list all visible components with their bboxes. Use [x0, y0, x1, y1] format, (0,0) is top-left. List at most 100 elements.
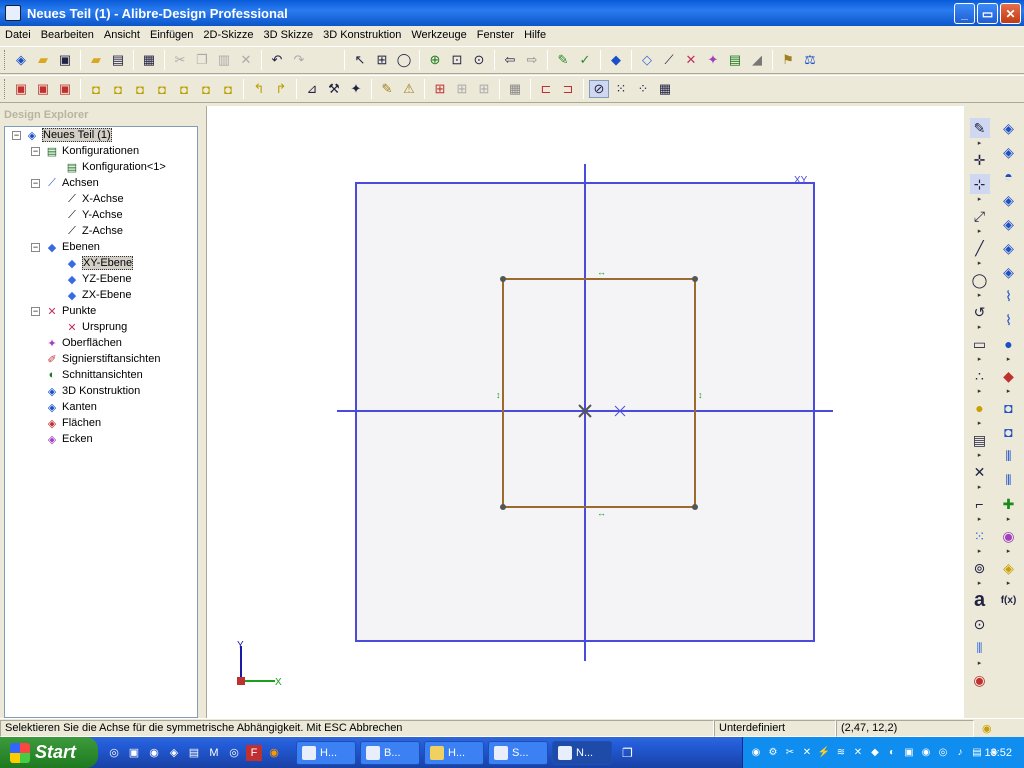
tray-icon[interactable]: ✕ [800, 746, 814, 760]
sketch-mode-icon[interactable]: ✎ [553, 51, 573, 69]
cut-icon[interactable]: ✂ [170, 51, 190, 69]
arc-icon[interactable]: ↺ [970, 302, 990, 322]
offset-icon[interactable]: ⊞ [474, 80, 494, 98]
line-icon[interactable]: ╱ [970, 238, 990, 258]
surface-icon[interactable]: ✦ [703, 51, 723, 69]
lasso-icon[interactable]: ◯ [394, 51, 414, 69]
add-part-icon[interactable]: ✚ [999, 494, 1019, 514]
tray-icon[interactable]: ⚙ [766, 746, 780, 760]
ql-ie-icon[interactable]: ◎ [106, 745, 122, 761]
fillet3d-icon[interactable]: ◈ [999, 262, 1019, 282]
tree-node-root[interactable]: ◈ Neues Teil (1) [25, 127, 112, 143]
menu-datei[interactable]: Datei [0, 29, 36, 41]
menu-einfuegen[interactable]: Einfügen [145, 29, 198, 41]
analyze-icon[interactable]: ✦ [346, 80, 366, 98]
taskbar-item[interactable]: S... [488, 740, 548, 765]
color-icon[interactable]: ◉ [970, 670, 990, 690]
ql-media-icon[interactable]: ◈ [166, 745, 182, 761]
menu-fenster[interactable]: Fenster [472, 29, 519, 41]
extrude-icon[interactable]: ◈ [999, 118, 1019, 138]
text-icon[interactable]: a [970, 589, 990, 611]
collapse-icon[interactable]: − [31, 307, 40, 316]
tray-icon[interactable]: ✂ [783, 746, 797, 760]
fillet-icon[interactable]: ⌐ [970, 494, 990, 514]
revolve-icon[interactable]: ◓ [999, 166, 1019, 186]
collapse-icon[interactable]: − [31, 179, 40, 188]
tree-node-kanten[interactable]: ◈ Kanten [45, 399, 97, 415]
pattern-icon[interactable]: ⁙ [970, 526, 990, 546]
save-icon[interactable]: ▣ [55, 51, 75, 69]
horizontal-constraint-icon[interactable]: ↔ [597, 508, 606, 518]
spring-icon[interactable]: ⌇ [999, 310, 1019, 330]
tray-icon[interactable]: ⚡ [817, 746, 831, 760]
open-icon[interactable]: ▰ [33, 51, 53, 69]
rotate-left-icon[interactable]: ↰ [249, 80, 269, 98]
drawing-canvas[interactable]: XY ↔ ↔ ↕ ↕ Y X [206, 106, 964, 718]
taskbar-item[interactable]: B... [360, 740, 420, 765]
tray-icon[interactable]: ◎ [936, 746, 950, 760]
tree-node-ebenen[interactable]: ◆ Ebenen [45, 239, 100, 255]
mirror-icon[interactable]: ⫴ [970, 638, 990, 658]
pattern-icon[interactable]: ⊞ [430, 80, 450, 98]
tray-icon[interactable]: ◉ [749, 746, 763, 760]
view-left-icon[interactable]: ◘ [130, 80, 150, 98]
clock[interactable]: 18:52 [984, 746, 1012, 760]
grid-snap-icon[interactable]: ⊘ [589, 80, 609, 98]
rotate-right-icon[interactable]: ↱ [271, 80, 291, 98]
tray-icon[interactable]: ◆ [868, 746, 882, 760]
helix-icon[interactable]: ⌇ [999, 286, 1019, 306]
tree-node-zx-ebene[interactable]: ◆ ZX-Ebene [65, 287, 132, 303]
publish-icon[interactable]: ▣ [55, 80, 75, 98]
ql-mail-icon[interactable]: M [206, 745, 222, 761]
menu-2d-skizze[interactable]: 2D-Skizze [198, 29, 258, 41]
rect-corner-point[interactable] [692, 276, 698, 282]
grid-dots-icon[interactable]: ⁙ [611, 80, 631, 98]
tray-icon[interactable]: ♪ [953, 746, 967, 760]
start-button[interactable]: Start [0, 737, 98, 768]
horizontal-constraint-icon[interactable]: ↔ [597, 267, 606, 277]
tree-node-3d-konstruktion[interactable]: ◈ 3D Konstruktion [45, 383, 141, 399]
shell-icon[interactable]: ◈ [999, 238, 1019, 258]
linear-pattern-icon[interactable]: ⫴ [999, 446, 1019, 466]
taskbar-overflow-icon[interactable]: ❐ [622, 746, 633, 760]
view-front-icon[interactable]: ◘ [86, 80, 106, 98]
tree-node-konfiguration[interactable]: ▤ Konfiguration<1> [65, 159, 166, 175]
ql-desktop-icon[interactable]: ▤ [186, 745, 202, 761]
taskbar-item-active[interactable]: N... [552, 740, 612, 765]
sphere-icon[interactable]: ● [999, 334, 1019, 354]
crosshair-icon[interactable]: ✛ [970, 150, 990, 170]
offset-icon[interactable]: ⊚ [970, 558, 990, 578]
sketch-viewport[interactable]: XY ↔ ↔ ↕ ↕ Y X [207, 106, 965, 718]
paste-icon[interactable]: ▥ [214, 51, 234, 69]
box-icon[interactable]: ◘ [999, 398, 1019, 418]
grid-toggle-icon[interactable]: ⁘ [633, 80, 653, 98]
menu-3d-konstruktion[interactable]: 3D Konstruktion [318, 29, 406, 41]
config-icon[interactable]: ▤ [725, 51, 745, 69]
collapse-icon[interactable]: − [31, 243, 40, 252]
color-part-icon[interactable]: ◉ [999, 526, 1019, 546]
vertical-constraint-icon[interactable]: ↕ [496, 390, 501, 400]
zoom-in-icon[interactable]: ⊕ [425, 51, 445, 69]
tree-node-ursprung[interactable]: ✕ Ursprung [65, 319, 127, 335]
view-iso-icon[interactable]: ◘ [218, 80, 238, 98]
rect-corner-point[interactable] [692, 504, 698, 510]
vertical-constraint-icon[interactable]: ↕ [698, 390, 703, 400]
tree-node-y-achse[interactable]: ⟋ Y-Achse [65, 207, 122, 223]
rect-corner-point[interactable] [500, 276, 506, 282]
ql-filezilla-icon[interactable]: F [246, 744, 262, 761]
cut-extrude-icon[interactable]: ◈ [999, 142, 1019, 162]
rect-corner-point[interactable] [500, 504, 506, 510]
tree-node-konfigurationen[interactable]: ▤ Konfigurationen [45, 143, 139, 159]
redo-icon[interactable]: ↷ [289, 51, 309, 69]
tree-node-signierstiftansichten[interactable]: ✐ Signierstiftansichten [45, 351, 160, 367]
collapse-icon[interactable]: − [12, 131, 21, 140]
zoom-window-icon[interactable]: ⊡ [447, 51, 467, 69]
sketch-icon[interactable]: ✎ [969, 118, 990, 138]
menu-werkzeuge[interactable]: Werkzeuge [406, 29, 471, 41]
taskbar-item[interactable]: H... [424, 740, 484, 765]
taskbar-item[interactable]: H... [296, 740, 356, 765]
shaded-icon[interactable]: ◆ [606, 51, 626, 69]
view-bottom-icon[interactable]: ◘ [196, 80, 216, 98]
view-right-icon[interactable]: ◘ [152, 80, 172, 98]
tray-icon[interactable]: ▤ [970, 746, 984, 760]
